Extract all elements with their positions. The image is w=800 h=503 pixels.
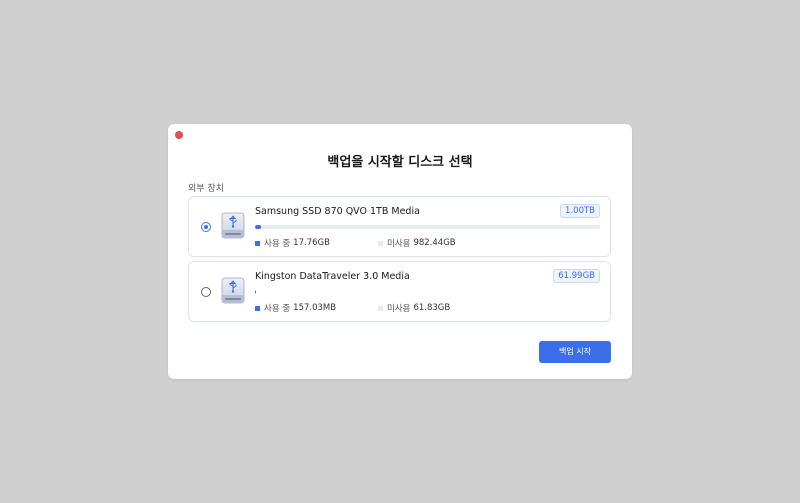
usb-drive-icon [221, 212, 245, 239]
used-value: 17.76GB [293, 238, 330, 248]
used-swatch [255, 305, 260, 311]
capacity-badge: 61.99GB [553, 269, 600, 283]
start-backup-button[interactable]: 백업 시작 [539, 341, 611, 363]
used-swatch [255, 240, 260, 246]
device-card-samsung[interactable]: Samsung SSD 870 QVO 1TB Media 1.00TB 사용 … [188, 196, 611, 257]
select-backup-disk-dialog: 백업을 시작할 디스크 선택 외부 장치 Samsung SSD 870 QVO… [168, 124, 632, 379]
free-space-legend: 미사용 61.83GB [378, 302, 450, 314]
used-space-legend: 사용 중 17.76GB [255, 237, 330, 249]
free-label: 미사용 [387, 304, 411, 314]
device-name: Kingston DataTraveler 3.0 Media [255, 271, 410, 282]
used-label: 사용 중 [264, 239, 291, 249]
capacity-badge: 1.00TB [560, 204, 600, 218]
used-label: 사용 중 [264, 304, 291, 314]
close-window-button[interactable] [175, 131, 183, 139]
free-space-legend: 미사용 982.44GB [378, 237, 456, 249]
free-value: 61.83GB [413, 303, 451, 313]
device-radio-samsung[interactable] [201, 222, 211, 232]
free-swatch [378, 305, 383, 311]
usage-bar [255, 290, 600, 294]
usage-bar-fill [255, 225, 262, 229]
used-space-legend: 사용 중 157.03MB [255, 302, 336, 314]
dialog-title: 백업을 시작할 디스크 선택 [327, 155, 473, 170]
free-value: 982.44GB [413, 238, 456, 248]
usb-drive-icon [221, 277, 245, 304]
device-card-kingston[interactable]: Kingston DataTraveler 3.0 Media 61.99GB … [188, 261, 611, 322]
external-devices-label: 외부 장치 [188, 184, 224, 194]
device-radio-kingston[interactable] [201, 287, 211, 297]
used-value: 157.03MB [293, 303, 337, 313]
free-label: 미사용 [387, 239, 411, 249]
usage-bar-fill [255, 290, 257, 294]
device-name: Samsung SSD 870 QVO 1TB Media [255, 206, 420, 217]
free-swatch [378, 240, 383, 246]
usage-bar [255, 225, 600, 229]
